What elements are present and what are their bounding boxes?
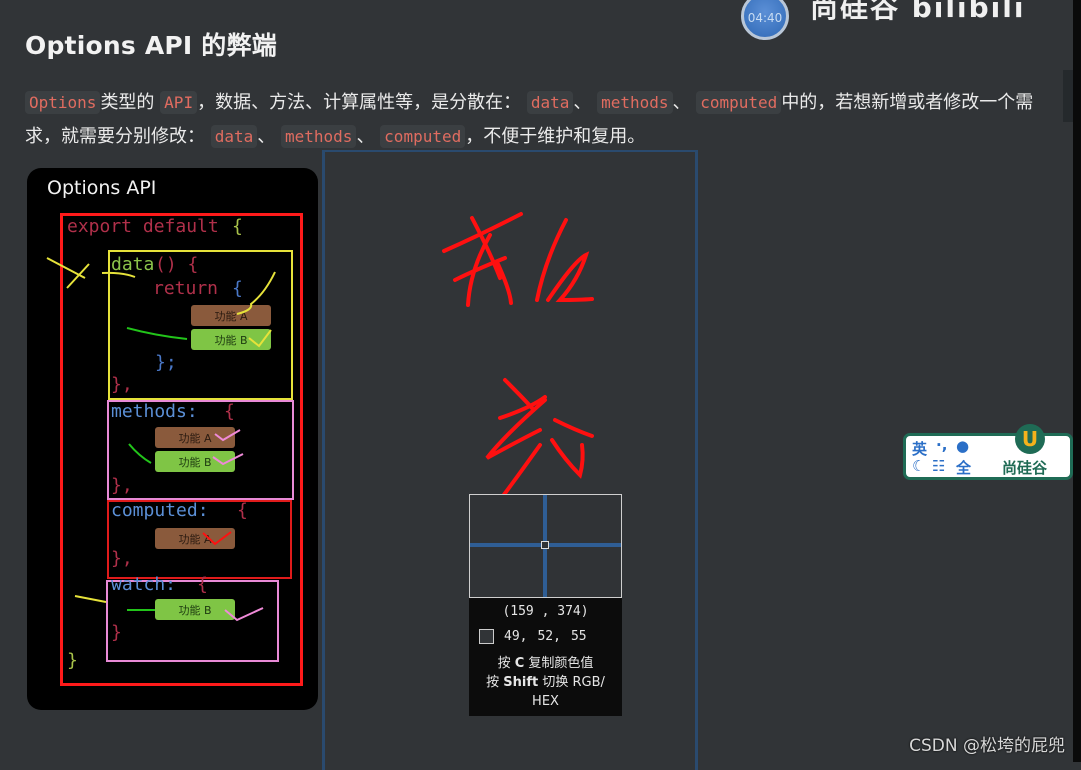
computed-key: computed: <box>111 500 209 521</box>
ime-fullwidth-toggle[interactable]: 全 <box>956 457 971 478</box>
return-close: }; <box>155 352 177 373</box>
watch-close: } <box>111 622 122 643</box>
hint-text: HEX <box>532 694 559 709</box>
code-data-2: data <box>210 125 258 148</box>
text: 、 <box>356 126 375 147</box>
hint-text: 按 <box>497 656 511 671</box>
open-brace: { <box>232 216 243 237</box>
code-methods: methods <box>597 91 673 114</box>
return-keyword: return <box>153 278 219 299</box>
watermark: CSDN @松垮的屁兜 <box>909 736 1065 756</box>
text: 、 <box>573 92 592 113</box>
code-computed: computed <box>696 91 782 114</box>
watch-key: watch: <box>111 574 177 595</box>
computed-brace: { <box>237 500 248 521</box>
code-data: data <box>526 91 574 114</box>
feature-a: 功能 A <box>155 427 235 448</box>
color-swatch <box>479 629 494 644</box>
ime-punct-toggle[interactable]: ·, <box>936 436 947 454</box>
ime-logo-icon: U <box>1015 424 1045 454</box>
rgb-g: 52, <box>537 629 561 644</box>
hint-text: 复制颜色值 <box>528 656 594 671</box>
picker-coordinates: (159 , 374) <box>502 604 589 619</box>
feature-b: 功能 B <box>155 599 235 620</box>
text: 、 <box>257 126 276 147</box>
data-parens: () { <box>155 254 199 275</box>
feature-b: 功能 B <box>191 329 271 350</box>
brand-logo: 尚硅谷 bilibili <box>810 0 1026 24</box>
text: 、 <box>672 92 691 113</box>
methods-brace: { <box>224 401 235 422</box>
hint-text: 按 <box>486 675 500 690</box>
diagram-title: Options API <box>47 177 157 199</box>
data-close: }, <box>111 374 133 395</box>
text: ，数据、方法、计算属性等，是分散在： <box>197 92 522 113</box>
feature-a: 功能 A <box>155 528 235 549</box>
code-computed-2: computed <box>380 125 466 148</box>
final-brace: } <box>67 650 78 671</box>
picker-rgb: 49, 52, 55 <box>479 629 587 644</box>
crosshair-point <box>541 541 549 549</box>
ime-user-icon[interactable]: ● <box>956 437 969 455</box>
export-default-text: export default <box>67 216 219 237</box>
return-brace: { <box>232 278 243 299</box>
scrollbar-thumb[interactable] <box>1063 70 1073 122</box>
hint-key: Shift <box>503 675 539 690</box>
feature-a: 功能 A <box>191 305 271 326</box>
ime-lang-toggle[interactable]: 英 <box>912 438 927 459</box>
article-paragraph: Options 类型的 API ，数据、方法、计算属性等，是分散在： data、 m… <box>25 86 1035 154</box>
magnifier <box>469 494 622 598</box>
ime-brand: 尚硅谷 <box>1002 459 1048 477</box>
page-title: Options API 的弊端 <box>25 31 277 60</box>
methods-close: }, <box>111 475 133 496</box>
data-fn: data <box>111 254 155 275</box>
ime-toolbar[interactable]: U 英 ·, ● ☾ ☷ 全 尚硅谷 <box>903 424 1073 480</box>
rgb-b: 55 <box>570 629 587 644</box>
hint-key: C <box>514 656 525 671</box>
code-api: API <box>160 91 198 114</box>
computed-close: }, <box>111 548 133 569</box>
ime-moon-icon[interactable]: ☾ <box>912 457 925 475</box>
code-methods-2: methods <box>281 125 357 148</box>
picker-hint: 按 C 复制颜色值 按 Shift 切换 RGB/ HEX <box>469 654 622 711</box>
window-edge <box>1073 0 1081 762</box>
code-options: Options <box>25 91 101 114</box>
rgb-r: 49, <box>504 629 528 644</box>
text: ，不便于维护和复用。 <box>465 126 646 147</box>
color-picker-tooltip: (159 , 374) 49, 52, 55 按 C 复制颜色值 按 Shift… <box>469 494 622 716</box>
timer-badge: 04:40 <box>741 0 789 40</box>
text: 类型的 <box>100 92 155 113</box>
options-api-diagram: Options API export default { data () { r… <box>27 168 318 710</box>
ime-keyboard-icon[interactable]: ☷ <box>932 457 945 475</box>
hint-text: 切换 RGB/ <box>542 675 605 690</box>
watch-brace: { <box>197 574 208 595</box>
feature-b: 功能 B <box>155 451 235 472</box>
methods-key: methods: <box>111 401 198 422</box>
